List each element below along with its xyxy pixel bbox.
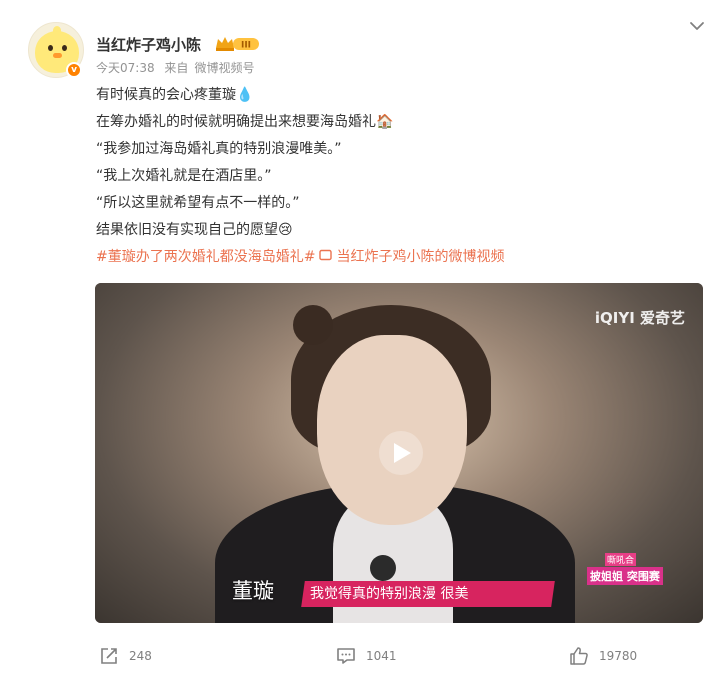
post-line: “我参加过海岛婚礼真的特别浪漫唯美。”: [96, 141, 342, 157]
post-line: “所以这里就希望有点不一样的。”: [96, 195, 300, 211]
iqiyi-watermark: iQIYI 爱奇艺: [594, 309, 685, 327]
chevron-down-icon[interactable]: [687, 16, 707, 36]
post-source[interactable]: 微博视频号: [194, 61, 254, 75]
video-person-bun: [293, 305, 333, 345]
video-subtitle: 我觉得真的特别浪漫 很美: [310, 586, 469, 602]
repost-count: 248: [129, 649, 152, 663]
comment-icon: [337, 648, 355, 664]
repost-icon: [101, 648, 117, 664]
show-tag-top: 嘶吼合: [605, 553, 637, 566]
post-tags-line: #董璇办了两次婚礼都没海岛婚礼# 当红炸子鸡小陈的微博视频: [96, 244, 696, 271]
show-logo: 嘶吼合 披姐姐 突围赛: [583, 551, 683, 591]
level-badge-text: III: [241, 41, 251, 51]
post-line: 在筹办婚礼的时候就明确提出来想要海岛婚礼🏠: [96, 114, 394, 130]
hashtag-link[interactable]: #董璇办了两次婚礼都没海岛婚礼#: [96, 244, 315, 271]
avatar-eye: [62, 45, 67, 51]
play-icon: [394, 443, 411, 463]
video-player[interactable]: iQIYI 爱奇艺 董璇 我觉得真的特别浪漫 很美 嘶吼合 披姐姐 突围赛: [95, 283, 703, 623]
post-line: 结果依旧没有实现自己的愿望😢: [96, 222, 293, 238]
post-line: “我上次婚礼就是在酒店里。”: [96, 168, 272, 184]
comment-button[interactable]: 1041: [336, 646, 397, 666]
show-tag-main: 披姐姐 突围赛: [587, 567, 663, 585]
video-icon: [319, 244, 333, 271]
post-time[interactable]: 今天07:38: [96, 61, 155, 75]
verified-badge-icon: v: [66, 62, 82, 78]
weibo-post-card: v 当红炸子鸡小陈 III 今天07:38 来自 微博视频号 有时候真的会心疼董璇…: [0, 0, 727, 681]
avatar-eye: [48, 45, 53, 51]
thumbs-up-icon: [570, 647, 588, 665]
post-meta: 今天07:38 来自 微博视频号: [96, 59, 260, 76]
like-count: 19780: [599, 649, 638, 663]
member-crown-icon[interactable]: III: [214, 35, 260, 52]
author-name[interactable]: 当红炸子鸡小陈: [96, 34, 201, 55]
repost-button[interactable]: 248: [99, 646, 152, 666]
play-button[interactable]: [379, 431, 423, 475]
post-line: 有时候真的会心疼董璇💧: [96, 87, 254, 103]
avatar-beak: [53, 53, 62, 58]
video-source-link[interactable]: 当红炸子鸡小陈的微博视频: [336, 244, 504, 271]
video-microphone: [370, 555, 396, 581]
comment-count: 1041: [366, 649, 397, 663]
source-prefix: 来自: [164, 61, 189, 75]
name-caption: 董璇: [232, 579, 274, 603]
like-button[interactable]: 19780: [569, 646, 637, 666]
post-text: 有时候真的会心疼董璇💧 在筹办婚礼的时候就明确提出来想要海岛婚礼🏠 “我参加过海…: [96, 82, 696, 271]
video-person-face: [317, 335, 467, 525]
